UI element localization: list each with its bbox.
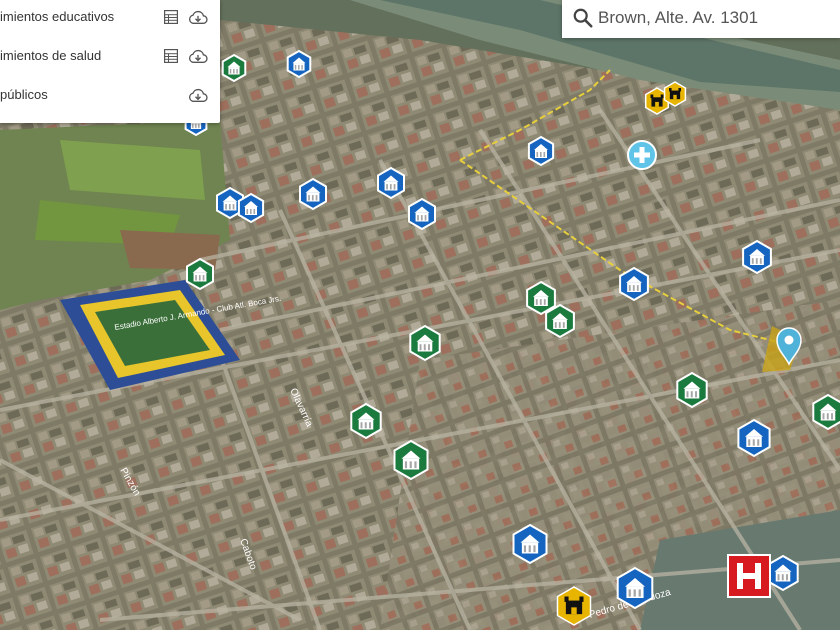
health-marker[interactable] <box>812 393 840 431</box>
education-marker[interactable] <box>619 266 649 302</box>
health-marker[interactable] <box>545 303 575 339</box>
cloud-download-icon[interactable] <box>188 48 208 65</box>
hospital-marker[interactable] <box>727 554 771 598</box>
education-marker[interactable] <box>616 566 654 610</box>
cloud-download-icon[interactable] <box>188 9 208 26</box>
health-marker[interactable] <box>409 324 441 362</box>
health-cross-marker[interactable] <box>627 140 657 170</box>
education-marker[interactable] <box>737 418 771 458</box>
layer-label: públicos <box>0 87 48 102</box>
education-marker[interactable] <box>408 197 436 231</box>
education-marker[interactable] <box>299 177 327 211</box>
health-marker[interactable] <box>676 371 708 409</box>
search-input[interactable] <box>598 4 834 32</box>
health-marker[interactable] <box>350 402 382 440</box>
public-building-marker[interactable] <box>663 81 687 107</box>
health-marker[interactable] <box>221 53 247 83</box>
education-marker[interactable] <box>377 166 405 200</box>
layer-row-educacion[interactable]: imientos educativos <box>0 6 220 30</box>
table-icon[interactable] <box>164 10 178 24</box>
education-marker[interactable] <box>237 192 265 224</box>
layer-row-publicos[interactable]: públicos <box>0 84 220 108</box>
health-marker[interactable] <box>186 257 214 291</box>
layer-panel: imientos educativos imientos de salud pú… <box>0 0 220 123</box>
layer-row-salud[interactable]: imientos de salud <box>0 45 220 69</box>
table-icon[interactable] <box>164 49 178 63</box>
search-icon[interactable] <box>572 7 594 29</box>
education-marker[interactable] <box>767 554 799 592</box>
cloud-download-icon[interactable] <box>188 87 208 104</box>
layer-label: imientos de salud <box>0 48 102 63</box>
education-marker[interactable] <box>742 239 772 275</box>
education-marker[interactable] <box>512 523 548 565</box>
search-box <box>562 0 840 38</box>
health-marker[interactable] <box>393 439 429 481</box>
layer-label: imientos educativos <box>0 9 115 24</box>
education-marker[interactable] <box>527 135 555 167</box>
education-marker[interactable] <box>286 49 312 79</box>
